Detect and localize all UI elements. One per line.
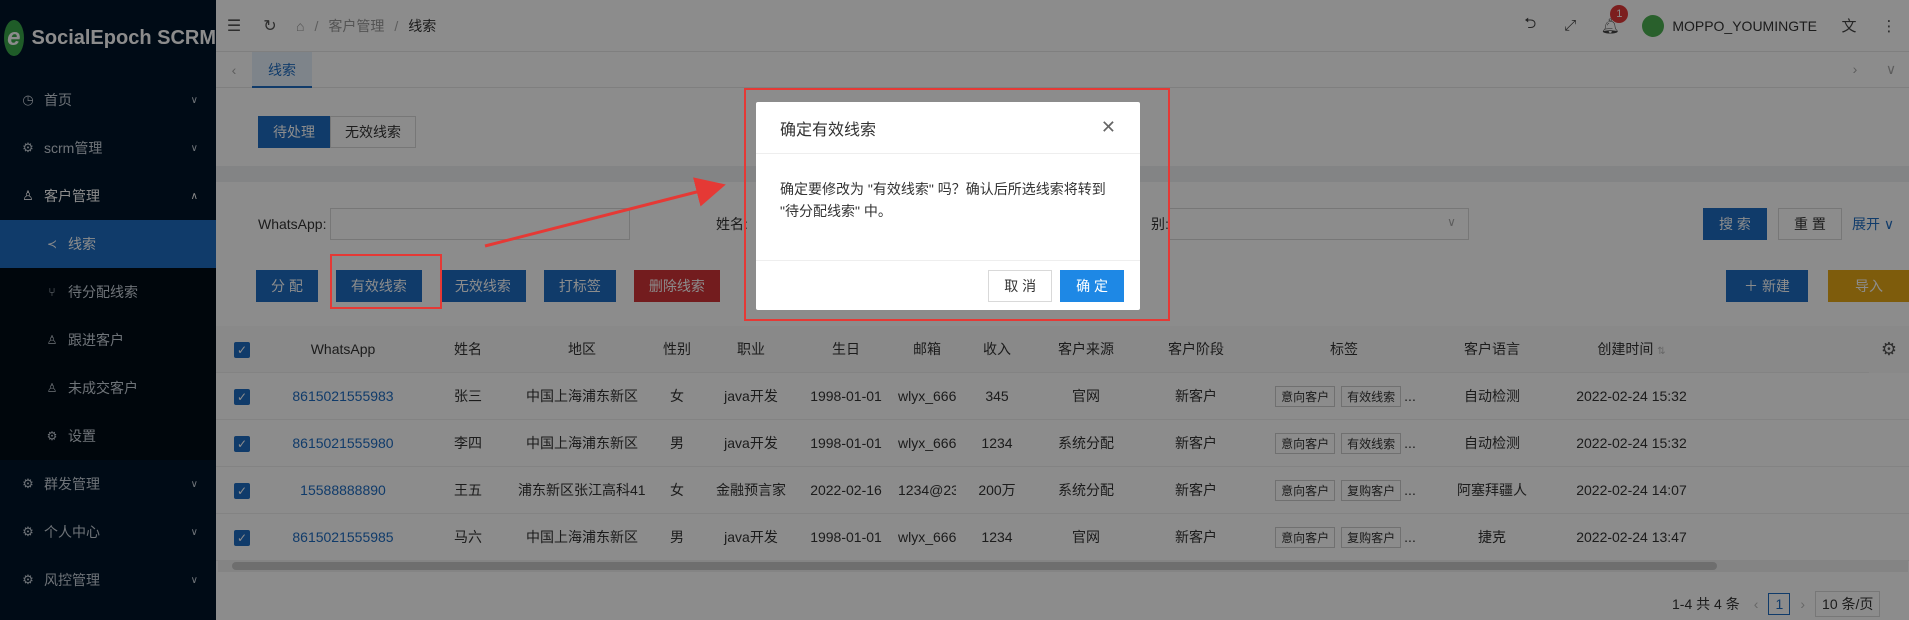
confirm-dialog: 确定有效线索 ✕ 确定要修改为 "有效线索" 吗？确认后所选线索将转到 "待分配… (756, 102, 1140, 310)
dialog-body: 确定要修改为 "有效线索" 吗？确认后所选线索将转到 "待分配线索" 中。 (780, 181, 1106, 219)
dialog-footer: 取 消 确 定 (756, 260, 1140, 310)
confirm-button[interactable]: 确 定 (1060, 269, 1124, 302)
close-icon[interactable]: ✕ (1101, 117, 1116, 138)
dialog-header: 确定有效线索 ✕ (756, 102, 1140, 154)
dialog-title: 确定有效线索 (780, 121, 877, 139)
highlight-box-valid-lead (330, 254, 442, 309)
cancel-button[interactable]: 取 消 (988, 269, 1053, 302)
